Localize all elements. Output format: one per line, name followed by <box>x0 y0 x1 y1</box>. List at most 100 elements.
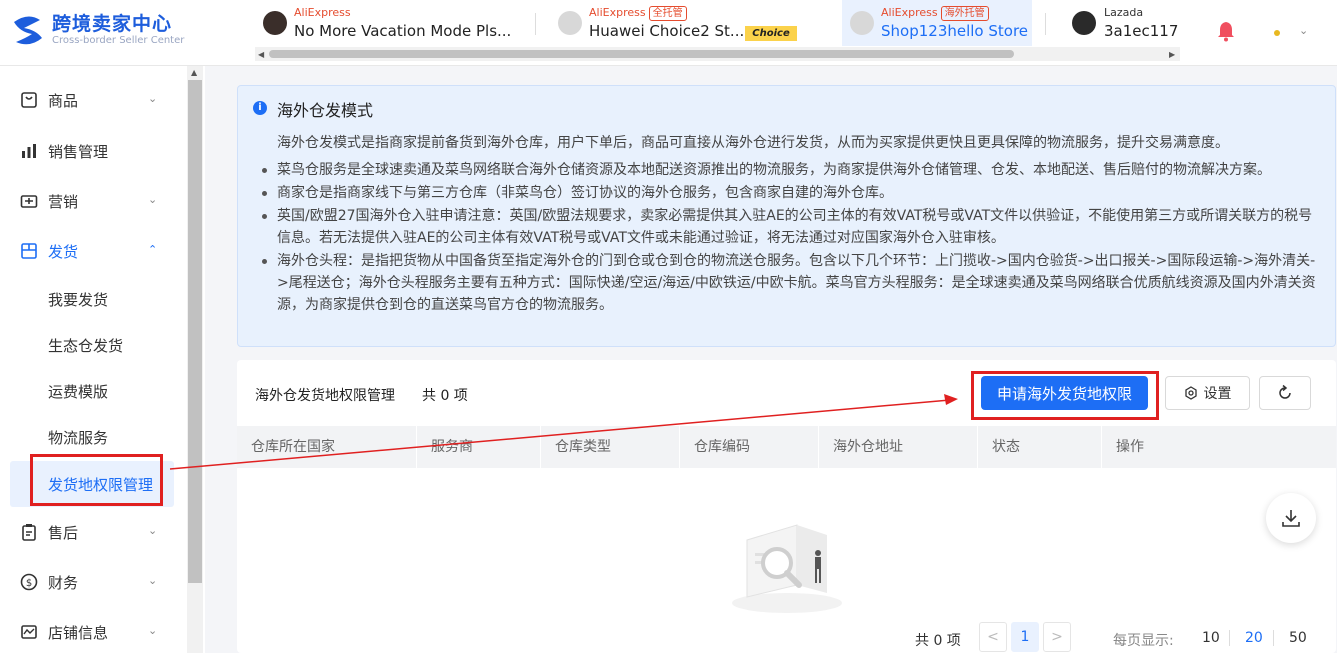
tab-divider <box>535 13 536 35</box>
sidebar-scrollbar[interactable]: ▲ <box>187 66 203 653</box>
pagination-total: 共 0 项 <box>915 633 961 649</box>
store-tab-3[interactable]: AliExpress 海外托管 Shop123hello Store <box>842 0 1032 46</box>
bell-icon[interactable] <box>1216 20 1236 42</box>
sidebar-item-store-info[interactable]: 店铺信息 ⌄ <box>20 620 170 644</box>
dollar-icon: $ <box>20 573 38 591</box>
column-header[interactable]: 仓库所在国家 <box>237 426 417 468</box>
marketing-icon <box>20 195 38 208</box>
sidebar-item-sales[interactable]: 销售管理 <box>20 139 170 163</box>
column-header[interactable]: 仓库类型 <box>541 426 680 468</box>
table-header: 仓库所在国家 服务商 仓库类型 仓库编码 海外仓地址 状态 操作 <box>237 426 1336 468</box>
sidebar-item-aftersales[interactable]: 售后 ⌄ <box>20 520 170 544</box>
tabs-scrollbar[interactable]: ◀ ▶ <box>255 47 1180 61</box>
download-icon <box>1282 510 1300 527</box>
per-page-option[interactable]: 20 <box>1245 630 1263 646</box>
svg-text:$: $ <box>26 578 32 589</box>
next-page-button[interactable]: > <box>1043 622 1071 652</box>
info-bullet-list: 菜鸟仓服务是全球速卖通及菜鸟网络联合海外仓储资源及本地配送资源推出的物流服务，为… <box>262 159 1317 317</box>
sidebar-sub-ship-now[interactable]: 我要发货 <box>48 289 108 310</box>
chevron-down-icon: ⌄ <box>148 193 158 206</box>
panel-title: 海外仓发货地权限管理 <box>255 388 395 404</box>
highlight-box-apply <box>971 371 1159 420</box>
chevron-down-icon: ⌄ <box>148 524 158 537</box>
store-avatar-icon <box>263 11 287 35</box>
shipping-icon <box>21 243 37 259</box>
sidebar-item-goods[interactable]: 商品 ⌄ <box>20 88 170 112</box>
store-platform: AliExpress 海外托管 <box>881 6 989 21</box>
store-tag: 海外托管 <box>940 6 989 21</box>
sidebar-item-shipping[interactable]: 发货 ⌃ <box>20 239 170 263</box>
store-avatar-icon <box>558 11 582 35</box>
settings-button[interactable]: 设置 <box>1165 376 1250 410</box>
user-avatar[interactable] <box>1268 24 1286 42</box>
info-bullet: 海外仓头程：是指把货物从中国备货至指定海外仓的门到仓或仓到仓的物流送仓服务。包含… <box>262 250 1317 316</box>
store-tab-1[interactable]: AliExpress No More Vacation Mode Pls... <box>255 0 525 46</box>
sidebar-item-marketing[interactable]: 营销 ⌄ <box>20 189 170 213</box>
goods-icon <box>21 92 37 108</box>
store-platform: AliExpress 全托管 <box>589 6 687 21</box>
store-avatar-icon <box>1072 11 1096 35</box>
column-header[interactable]: 状态 <box>978 426 1102 468</box>
top-header: 跨境卖家中心 Cross-border Seller Center AliExp… <box>0 0 1337 66</box>
store-name: 3a1ec117 <box>1104 22 1179 40</box>
store-platform: AliExpress <box>294 6 351 19</box>
brand-logo[interactable]: 跨境卖家中心 Cross-border Seller Center <box>10 12 184 48</box>
store-platform: Lazada <box>1104 6 1144 19</box>
scroll-up-icon[interactable]: ▲ <box>191 68 197 77</box>
chevron-down-icon: ⌄ <box>148 574 158 587</box>
brand-title: 跨境卖家中心 <box>52 13 173 35</box>
brand-subtitle: Cross-border Seller Center <box>52 35 185 46</box>
per-page-option[interactable]: 10 <box>1202 630 1220 646</box>
scroll-left-icon[interactable]: ◀ <box>258 50 264 59</box>
chart-icon <box>22 144 36 158</box>
prev-page-button[interactable]: < <box>979 622 1007 652</box>
chevron-down-icon: ⌄ <box>148 624 158 637</box>
divider <box>1229 630 1230 646</box>
refresh-icon <box>1279 384 1291 399</box>
refresh-button[interactable] <box>1259 376 1311 410</box>
info-intro: 海外仓发模式是指商家提前备货到海外仓库，用户下单后，商品可直接从海外仓进行发货，… <box>277 135 1229 151</box>
empty-state-illustration <box>732 524 842 613</box>
logo-icon <box>14 16 42 45</box>
info-title: 海外仓发模式 <box>277 101 374 120</box>
info-bullet: 英国/欧盟27国海外仓入驻申请注意：英国/欧盟法规要求，卖家必需提供其入驻AE的… <box>262 205 1317 249</box>
scrollbar-thumb[interactable] <box>269 50 1014 58</box>
store-name: Shop123hello Store <box>881 22 1029 40</box>
column-header[interactable]: 海外仓地址 <box>819 426 978 468</box>
sidebar: 商品 ⌄ 销售管理 营销 ⌄ 发货 ⌃ 我要发货 生态仓发货 运费模版 物流服务… <box>0 66 205 653</box>
info-icon: i <box>253 101 267 115</box>
sidebar-item-finance[interactable]: $ 财务 ⌄ <box>20 570 170 594</box>
store-tag: 全托管 <box>648 6 687 21</box>
chevron-down-icon: ⌄ <box>148 92 158 105</box>
info-notice: i 海外仓发模式 海外仓发模式是指商家提前备货到海外仓库，用户下单后，商品可直接… <box>237 85 1336 347</box>
store-icon <box>21 625 37 639</box>
column-header[interactable]: 操作 <box>1102 426 1336 468</box>
info-bullet: 菜鸟仓服务是全球速卖通及菜鸟网络联合海外仓储资源及本地配送资源推出的物流服务，为… <box>262 159 1317 181</box>
store-name: No More Vacation Mode Pls... <box>294 22 512 40</box>
sidebar-sub-logistics[interactable]: 物流服务 <box>48 427 108 448</box>
info-bullet: 商家仓是指商家线下与第三方仓库（非菜鸟仓）签订协议的海外仓服务，包含商家自建的海… <box>262 182 1317 204</box>
permission-panel: 海外仓发货地权限管理 共 0 项 申请海外发货地权限 设置 仓库所在国家 服务商… <box>237 360 1336 653</box>
store-avatar-icon <box>850 11 874 35</box>
divider <box>1273 630 1274 646</box>
download-button[interactable] <box>1266 493 1316 543</box>
gear-icon <box>1184 386 1197 400</box>
chevron-up-icon: ⌃ <box>148 243 158 256</box>
chevron-down-icon[interactable]: ⌄ <box>1299 24 1308 37</box>
per-page-option[interactable]: 50 <box>1289 630 1307 646</box>
sidebar-sub-freight-template[interactable]: 运费模版 <box>48 381 108 402</box>
scrollbar-thumb[interactable] <box>188 80 202 583</box>
scroll-right-icon[interactable]: ▶ <box>1169 50 1175 59</box>
store-name: Huawei Choice2 St... <box>589 22 745 40</box>
choice-badge: Choice <box>745 26 797 41</box>
clipboard-icon <box>22 524 36 541</box>
per-page-label: 每页显示: <box>1113 633 1174 649</box>
highlight-box-sidebar <box>30 454 163 506</box>
panel-count: 共 0 项 <box>422 388 468 404</box>
sidebar-sub-eco-warehouse[interactable]: 生态仓发货 <box>48 335 123 356</box>
column-header[interactable]: 仓库编码 <box>680 426 819 468</box>
store-tab-4[interactable]: Lazada 3a1ec117 <box>1065 0 1180 46</box>
page-number-button[interactable]: 1 <box>1011 622 1039 652</box>
column-header[interactable]: 服务商 <box>417 426 541 468</box>
tab-divider <box>1045 13 1046 35</box>
